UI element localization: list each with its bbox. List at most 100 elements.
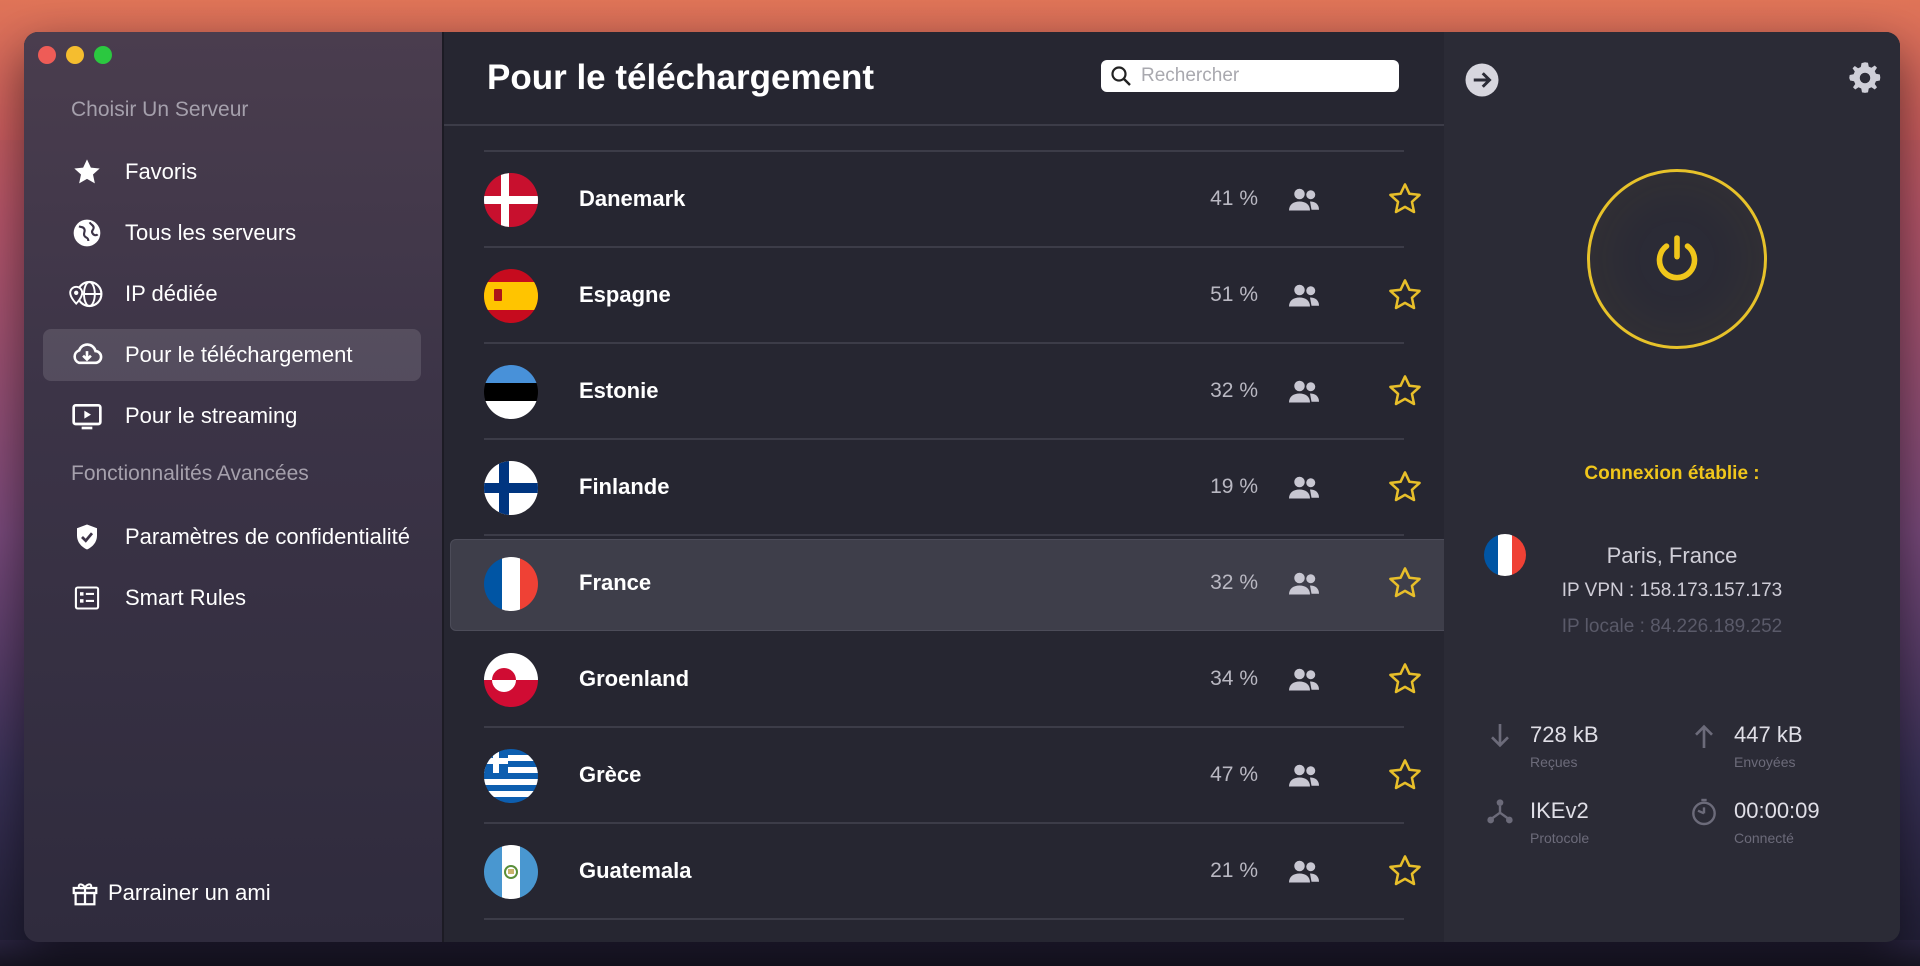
rules-list-icon [69,580,105,616]
flag-greece-icon [484,749,538,803]
server-row[interactable]: Grèce 47 % [444,728,1444,824]
favorite-star-icon[interactable] [1386,468,1424,506]
favorite-star-icon[interactable] [1386,852,1424,890]
favorite-star-icon[interactable] [1386,564,1424,602]
server-row[interactable]: Guatemala 21 % [444,824,1444,920]
server-list-panel: Pour le téléchargement Danemark 41 % [444,32,1444,942]
users-icon [1286,854,1322,890]
power-icon [1649,231,1705,287]
tv-play-icon [69,398,105,434]
sidebar-item-label: Pour le streaming [125,403,298,428]
sidebar-item-favorites[interactable]: Favoris [43,146,421,198]
favorite-star-icon[interactable] [1386,180,1424,218]
flag-finland-icon [484,461,538,515]
server-row[interactable]: Danemark 41 % [444,152,1444,248]
window-controls [38,46,112,64]
flag-guatemala-icon [484,845,538,899]
refer-friend-button[interactable]: Parrainer un ami [70,878,271,908]
search-input[interactable] [1139,64,1393,88]
server-name: Groenland [579,666,690,691]
server-row[interactable]: Estonie 32 % [444,344,1444,440]
users-icon [1286,182,1322,218]
desktop-wallpaper-bottom [0,940,1920,966]
favorite-star-icon[interactable] [1386,660,1424,698]
section-title-advanced: Fonctionnalités Avancées [71,462,309,485]
server-row[interactable]: Finlande 19 % [444,440,1444,536]
sidebar-item-label: Smart Rules [125,585,247,610]
users-icon [1286,278,1322,314]
users-icon [1286,662,1322,698]
dedicated-ip-icon [69,276,105,312]
server-row[interactable]: Groenland 34 % [444,632,1444,728]
server-name: Grèce [579,762,642,787]
favorite-star-icon[interactable] [1386,756,1424,794]
sidebar-item-streaming[interactable]: Pour le streaming [43,390,421,442]
sent-label: Envoyées [1734,754,1796,770]
server-row[interactable]: Espagne 51 % [444,248,1444,344]
sidebar-item-label: Tous les serveurs [125,220,297,245]
server-list: Danemark 41 % Espagne 51 % Estonie 32 % … [444,126,1444,942]
connected-location: Paris, France [1606,543,1738,568]
upload-arrow-icon [1688,720,1720,752]
search-box[interactable] [1101,60,1399,92]
connected-time-label: Connecté [1734,830,1794,846]
local-ip: IP locale : 84.226.189.252 [1561,616,1783,637]
shield-check-icon [69,519,105,555]
close-window-button[interactable] [38,46,56,64]
users-icon [1286,566,1322,602]
flag-spain-icon [484,269,538,323]
server-name: Estonie [579,378,659,403]
sent-value: 447 kB [1734,722,1803,747]
sidebar-item-label: Pour le téléchargement [125,342,353,367]
flag-denmark-icon [484,173,538,227]
server-load: 21 % [1210,859,1258,882]
protocol-label: Protocole [1530,830,1590,846]
received-value: 728 kB [1530,722,1599,747]
zoom-window-button[interactable] [94,46,112,64]
minimize-window-button[interactable] [66,46,84,64]
flag-estonia-icon [484,365,538,419]
server-load: 47 % [1210,763,1258,786]
received-label: Reçues [1530,754,1578,770]
settings-gear-icon[interactable] [1847,60,1883,96]
sidebar-item-smart-rules[interactable]: Smart Rules [43,572,421,624]
server-name: Guatemala [579,858,692,883]
collapse-arrow-button[interactable] [1464,62,1500,98]
sidebar-item-download[interactable]: Pour le téléchargement [43,329,421,381]
vpn-ip: IP VPN : 158.173.157.173 [1561,580,1783,601]
server-load: 32 % [1210,571,1258,594]
list-header: Pour le téléchargement [444,32,1444,126]
users-icon [1286,758,1322,794]
users-icon [1286,374,1322,410]
sidebar-item-dedicated-ip[interactable]: IP dédiée [43,268,421,320]
protocol-icon [1484,796,1516,828]
server-load: 41 % [1210,187,1258,210]
sidebar-item-label: Favoris [125,159,198,184]
divider [484,918,1404,920]
power-button[interactable] [1587,169,1767,349]
sidebar-item-all-servers[interactable]: Tous les serveurs [43,207,421,259]
server-name: Espagne [579,282,671,307]
flag-france-icon [484,557,538,611]
cloud-download-icon [69,337,105,373]
page-title: Pour le téléchargement [487,58,875,97]
vpn-app-window: Choisir Un Serveur Favoris Tous les serv… [24,32,1900,942]
sidebar-item-label: Paramètres de confidentialité [125,524,410,549]
connection-status: Connexion établie : [1584,463,1760,484]
server-load: 51 % [1210,283,1258,306]
star-icon [69,154,105,190]
stopwatch-icon [1688,796,1720,828]
favorite-star-icon[interactable] [1386,372,1424,410]
users-icon [1286,470,1322,506]
server-row-selected[interactable]: France 32 % [444,536,1444,632]
search-icon [1109,64,1133,88]
server-name: France [579,570,652,595]
sidebar: Choisir Un Serveur Favoris Tous les serv… [24,32,444,942]
server-load: 34 % [1210,667,1258,690]
favorite-star-icon[interactable] [1386,276,1424,314]
section-title-servers: Choisir Un Serveur [71,98,249,121]
server-load: 19 % [1210,475,1258,498]
sidebar-item-label: IP dédiée [125,281,218,306]
gift-icon [70,878,100,908]
sidebar-item-privacy-settings[interactable]: Paramètres de confidentialité [43,511,421,563]
